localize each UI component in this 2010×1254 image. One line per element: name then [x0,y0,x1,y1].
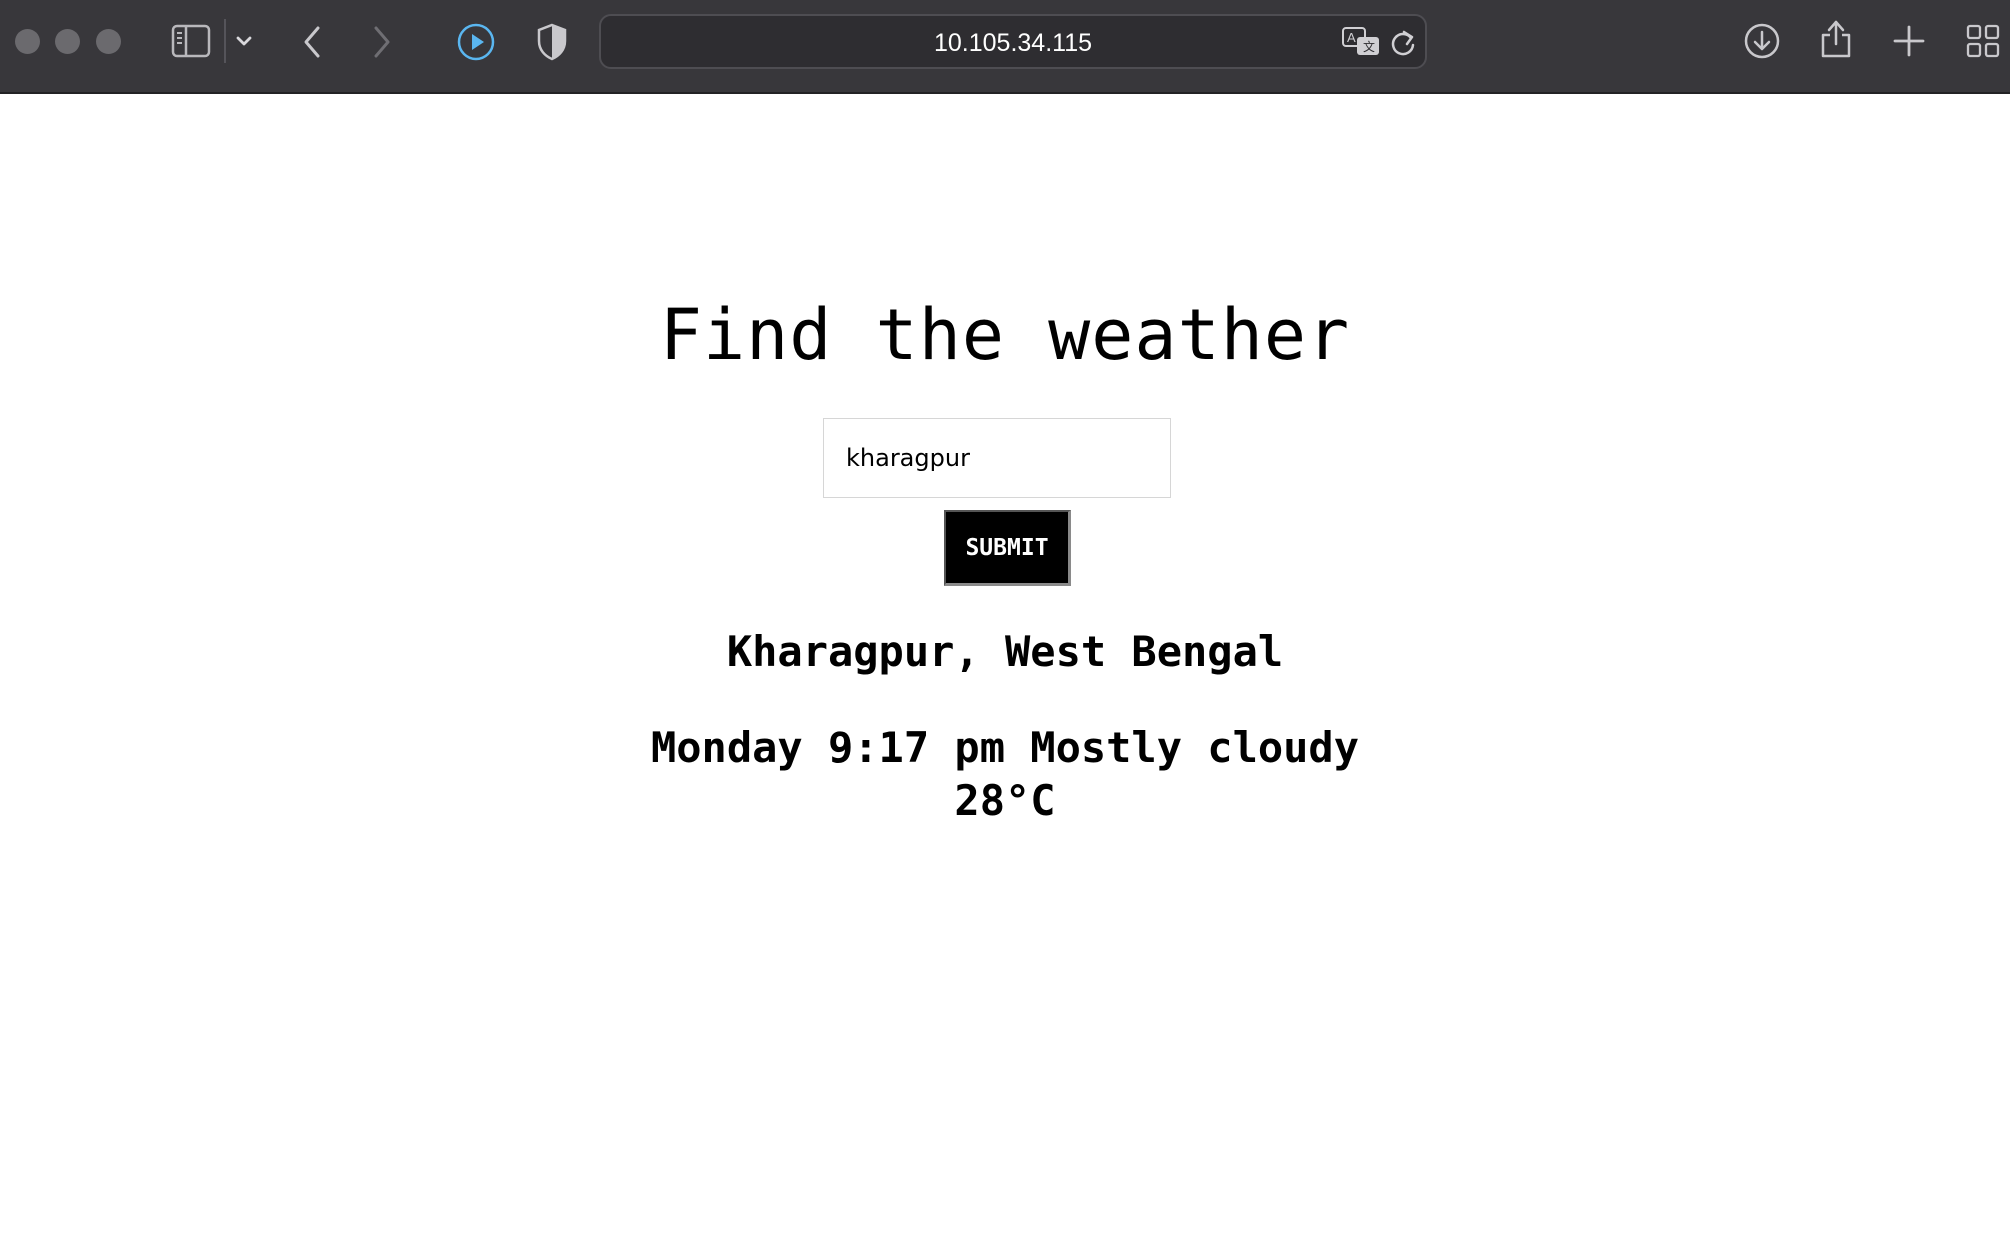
result-temperature: 28°C [954,776,1056,825]
page-title: Find the weather [659,294,1351,376]
zoom-window-button[interactable] [96,29,121,54]
toolbar-divider [224,19,226,63]
chevron-down-icon[interactable] [235,34,253,48]
minimize-window-button[interactable] [55,29,80,54]
plus-icon[interactable] [1892,24,1926,58]
address-bar[interactable]: 10.105.34.115 A文 [599,14,1427,69]
submit-button[interactable]: SUBMIT [944,510,1071,586]
download-icon[interactable] [1743,22,1781,60]
url-text[interactable]: 10.105.34.115 [601,29,1425,58]
close-window-button[interactable] [15,29,40,54]
svg-text:文: 文 [1363,39,1375,54]
play-circle-icon[interactable] [456,22,496,62]
city-search-input[interactable] [823,418,1171,498]
result-summary: Monday 9:17 pm Mostly cloudy [650,723,1359,772]
sidebar-icon[interactable] [171,24,211,58]
reload-icon[interactable] [1389,28,1417,58]
share-icon[interactable] [1818,18,1854,60]
chevron-left-icon[interactable] [300,24,324,60]
chevron-right-icon[interactable] [370,24,394,60]
browser-toolbar: 10.105.34.115 A文 [0,0,2010,94]
shield-icon[interactable] [535,22,569,62]
weather-page: Find the weather SUBMIT Kharagpur, West … [0,94,2010,1254]
result-conditions: Monday 9:17 pm Mostly cloudy 28°C [0,721,2010,827]
svg-text:A: A [1347,30,1356,45]
grid-icon[interactable] [1966,24,2000,58]
translate-icon[interactable]: A文 [1341,26,1381,58]
result-location: Kharagpur, West Bengal [726,627,1284,676]
